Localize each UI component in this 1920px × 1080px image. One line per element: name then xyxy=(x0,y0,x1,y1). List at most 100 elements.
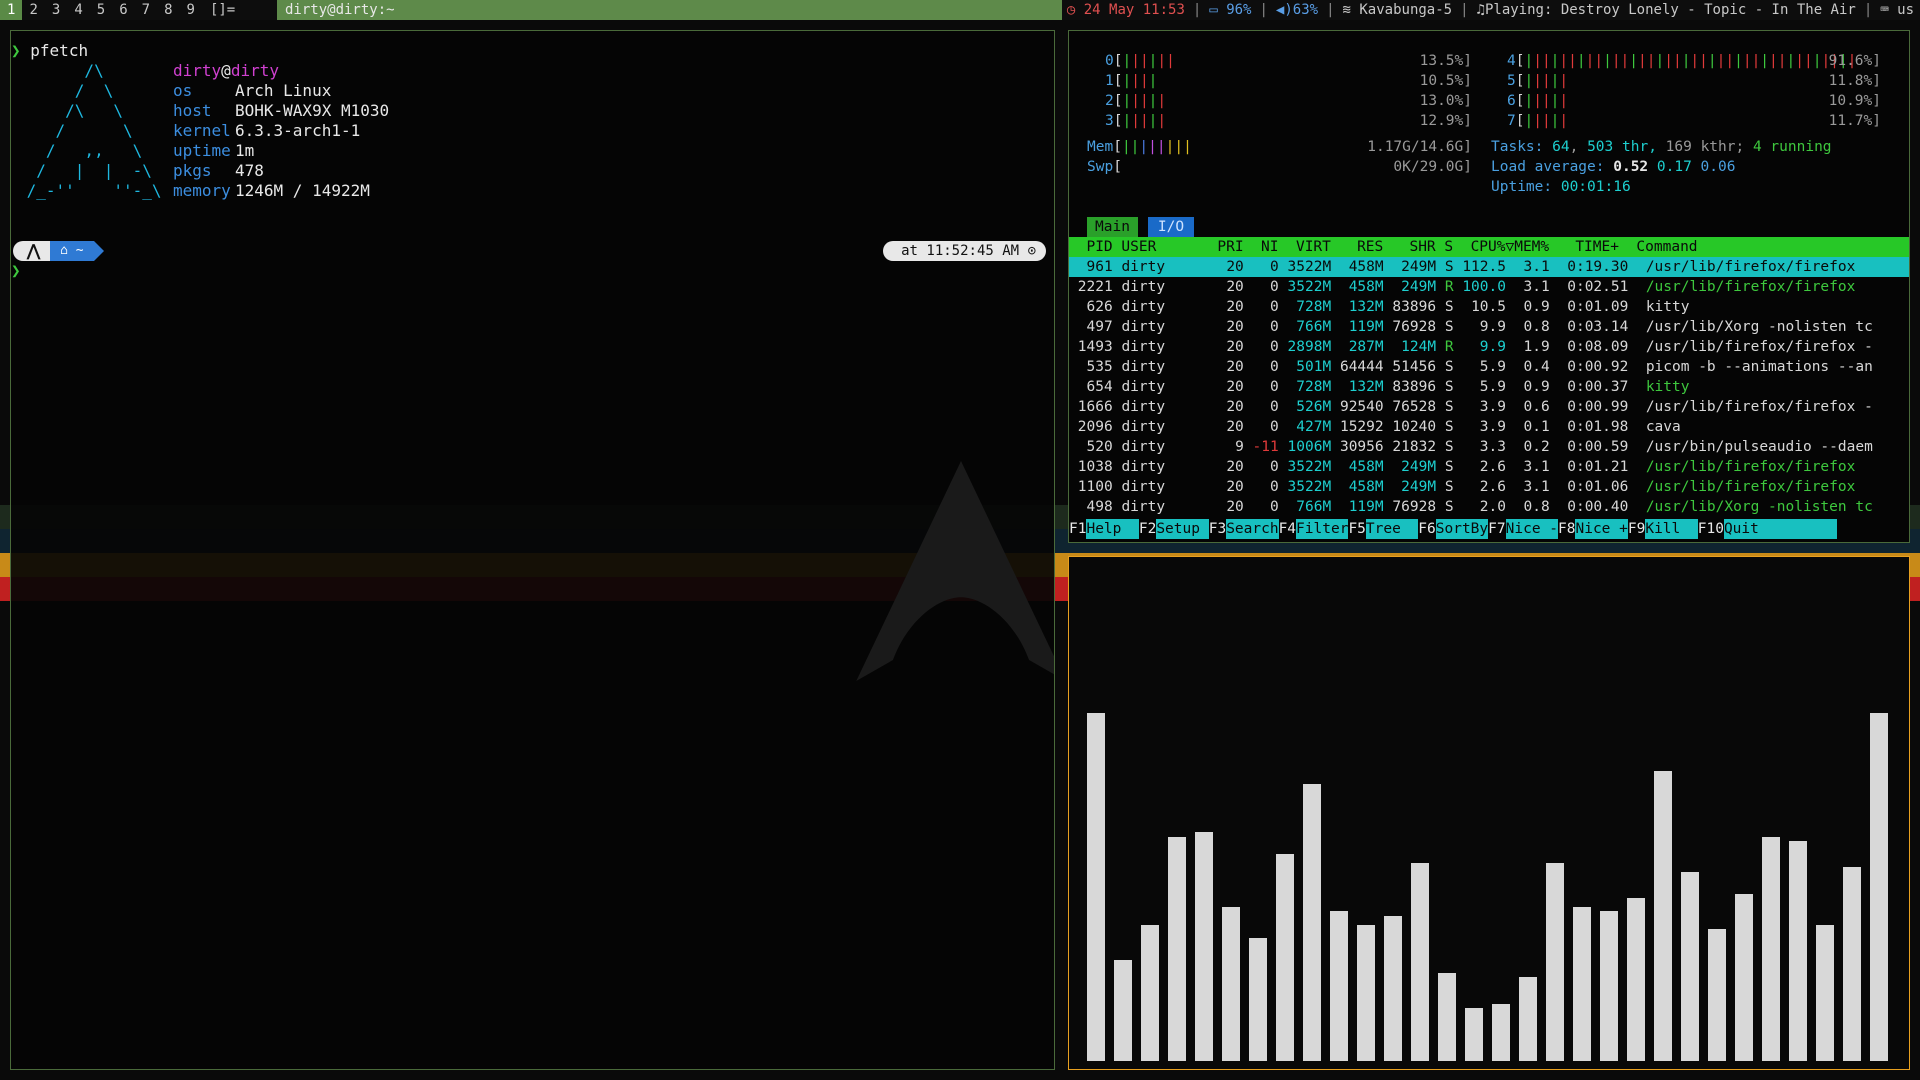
input-line[interactable]: ❯ xyxy=(11,261,21,281)
cpu-pct-text: 10.5% xyxy=(1419,73,1464,89)
table-row[interactable]: 1038 dirty 20 0 3522M 458M 249M S 2.6 3.1 0:01.21 /… xyxy=(1069,457,1909,477)
prompt-time-segment: at 11:52:45 AM ⊙ xyxy=(883,241,1046,261)
workspace-6[interactable]: 6 xyxy=(112,0,134,20)
table-row[interactable]: 654 dirty 20 0 728M 132M 83896 S 5.9 0.9 0:00.37 ki… xyxy=(1069,377,1909,397)
cell-cpu: 2.6 xyxy=(1479,459,1506,475)
cava-bar xyxy=(1384,916,1402,1061)
table-row[interactable]: 535 dirty 20 0 501M 64444 51456 S 5.9 0.4 0:00.92 p… xyxy=(1069,357,1909,377)
fkey-f6[interactable]: F6 xyxy=(1418,519,1435,539)
fkey-f1[interactable]: F1 xyxy=(1069,519,1086,539)
process-table-header[interactable]: PID USER PRI NI VIRT RES SHR S CPU%▽MEM%… xyxy=(1069,237,1909,257)
window-title: dirty@dirty:~ xyxy=(277,0,1062,20)
prompt-time: at 11:52:45 AM xyxy=(901,243,1020,259)
cell-res: 458M xyxy=(1348,479,1384,495)
cpu-pct: 13.5%] xyxy=(1419,53,1472,69)
cell-ni: 0 xyxy=(1270,379,1279,395)
swp-value-text: 0K/29.0G xyxy=(1393,159,1464,175)
tab-main[interactable]: Main xyxy=(1087,217,1138,237)
music-icon: ♫ xyxy=(1476,2,1485,18)
swp-label: Swp xyxy=(1087,159,1114,175)
info-key: kernel xyxy=(173,121,231,140)
workspace-4[interactable]: 4 xyxy=(67,0,89,20)
workspace-7[interactable]: 7 xyxy=(135,0,157,20)
fkey-f8[interactable]: F8 xyxy=(1558,519,1575,539)
cpu-meter: 5[||||| 11.8%] xyxy=(1507,71,1881,91)
cell-virt: 526M xyxy=(1296,399,1332,415)
fkey-label[interactable]: Nice - xyxy=(1505,519,1559,539)
cell-user: dirty xyxy=(1121,459,1166,475)
workspace-3[interactable]: 3 xyxy=(45,0,67,20)
command-line: ❯ pfetch xyxy=(11,41,88,61)
table-row[interactable]: 961 dirty 20 0 3522M 458M 249M S 112.5 3.1 0:19.30… xyxy=(1069,257,1909,277)
cava-bar xyxy=(1168,837,1186,1061)
cell-cpu: 5.9 xyxy=(1479,379,1506,395)
cell-s: S xyxy=(1444,299,1454,315)
info-value: BOHK-WAX9X M1030 xyxy=(235,101,390,120)
fkey-label[interactable]: Search xyxy=(1226,519,1279,539)
cell-cpu: 9.9 xyxy=(1479,319,1506,335)
cava-bar xyxy=(1411,863,1429,1061)
tab-io[interactable]: I/O xyxy=(1147,217,1195,237)
at-sign: @ xyxy=(221,61,231,80)
workspace-1[interactable]: 1 xyxy=(0,0,23,20)
table-row[interactable]: 626 dirty 20 0 728M 132M 83896 S 10.5 0.9 0:01.09 k… xyxy=(1069,297,1909,317)
cell-shr: 76528 xyxy=(1392,399,1437,415)
ascii-logo-line: / \ xyxy=(17,121,133,140)
fkey-f5[interactable]: F5 xyxy=(1348,519,1365,539)
cell-time: 0:00.92 xyxy=(1567,359,1629,375)
workspace-2[interactable]: 2 xyxy=(22,0,44,20)
cell-ni: 0 xyxy=(1270,419,1279,435)
cell-virt: 3522M xyxy=(1287,279,1332,295)
table-row[interactable]: 1493 dirty 20 0 2898M 287M 124M R 9.9 1.9 0:08.09 /… xyxy=(1069,337,1909,357)
prompt-segment: ⋀ ⌂ ~ xyxy=(13,241,105,261)
table-row[interactable]: 497 dirty 20 0 766M 119M 76928 S 9.9 0.8 0:03.14/u… xyxy=(1069,317,1909,337)
fkey-f4[interactable]: F4 xyxy=(1279,519,1296,539)
fkey-label[interactable]: Help xyxy=(1086,519,1139,539)
cell-s: S xyxy=(1444,259,1454,275)
fkey-label[interactable]: Filter xyxy=(1296,519,1349,539)
cell-ni: 0 xyxy=(1270,319,1279,335)
table-row[interactable]: 2221 dirty 20 0 3522M 458M 249M R 100.0 3.1 0:02.5… xyxy=(1069,277,1909,297)
fkey-label[interactable]: Setup xyxy=(1156,519,1209,539)
cpu-meter: 2[||||| 13.0%] xyxy=(1105,91,1472,111)
fkey-label[interactable]: SortBy xyxy=(1435,519,1489,539)
cell-virt: 1006M xyxy=(1287,439,1332,455)
cava-bar xyxy=(1573,907,1591,1061)
cpu-bar: [||||| xyxy=(1113,93,1167,109)
cell-cmd: /usr/bin/pulseaudio --daem xyxy=(1645,439,1873,455)
htop-tabs: Main I/O xyxy=(1087,217,1195,237)
cell-cmd: /usr/lib/firefox/firefox - xyxy=(1645,399,1873,415)
workspace-5[interactable]: 5 xyxy=(90,0,112,20)
fkey-f9[interactable]: F9 xyxy=(1628,519,1645,539)
htop-window[interactable]: 0[|||||| 13.5%] 1[|||| 10.5%] 2[||||| 13.0%] 3… xyxy=(1068,30,1910,543)
table-row[interactable]: 1100 dirty 20 0 3522M 458M 249M S 2.6 3.1 0:01.06 /… xyxy=(1069,477,1909,497)
uptime-line: Uptime: 00:01:16 xyxy=(1491,177,1631,197)
cpu-bar: [|||||| xyxy=(1113,53,1175,69)
cell-ni: 0 xyxy=(1270,359,1279,375)
terminal-window[interactable]: ❯ pfetch /\ / \ /\ \ / \ / ,, \ / | | -\… xyxy=(10,30,1055,1070)
layout-indicator[interactable]: []= xyxy=(202,0,243,20)
separator: | xyxy=(1326,2,1335,18)
fkey-label[interactable]: Tree xyxy=(1365,519,1419,539)
fkey-label[interactable]: Nice + xyxy=(1575,519,1628,539)
workspace-8[interactable]: 8 xyxy=(157,0,179,20)
cell-cmd: kitty xyxy=(1645,379,1690,395)
fkey-f3[interactable]: F3 xyxy=(1209,519,1226,539)
cava-bar xyxy=(1600,911,1618,1061)
table-row[interactable]: 1666 dirty 20 0 526M 92540 76528 S 3.9 0.6 0:00.99… xyxy=(1069,397,1909,417)
fkey-f7[interactable]: F7 xyxy=(1488,519,1505,539)
table-row[interactable]: 2096 dirty 20 0 427M 15292 10240 S 3.9 0.1 0:01.98… xyxy=(1069,417,1909,437)
cell-ni: 0 xyxy=(1270,339,1279,355)
table-row[interactable]: 498 dirty 20 0 766M 119M 76928 S 2.0 0.8 0:00.40/u… xyxy=(1069,497,1909,517)
fkey-f10[interactable]: F10 xyxy=(1698,519,1724,539)
cell-time: 0:00.40 xyxy=(1567,499,1629,515)
separator: | xyxy=(1259,2,1268,18)
fkey-label[interactable]: Quit xyxy=(1723,519,1838,539)
workspace-9[interactable]: 9 xyxy=(180,0,202,20)
cell-cpu: 9.9 xyxy=(1479,339,1506,355)
fkey-f2[interactable]: F2 xyxy=(1139,519,1156,539)
fkey-label[interactable]: Kill xyxy=(1645,519,1698,539)
cell-mem: 0.6 xyxy=(1523,399,1550,415)
table-row[interactable]: 520 dirty 9 -11 1006M 30956 21832 S 3.3 0.2 0:00.5… xyxy=(1069,437,1909,457)
cell-pri: 20 xyxy=(1226,399,1244,415)
